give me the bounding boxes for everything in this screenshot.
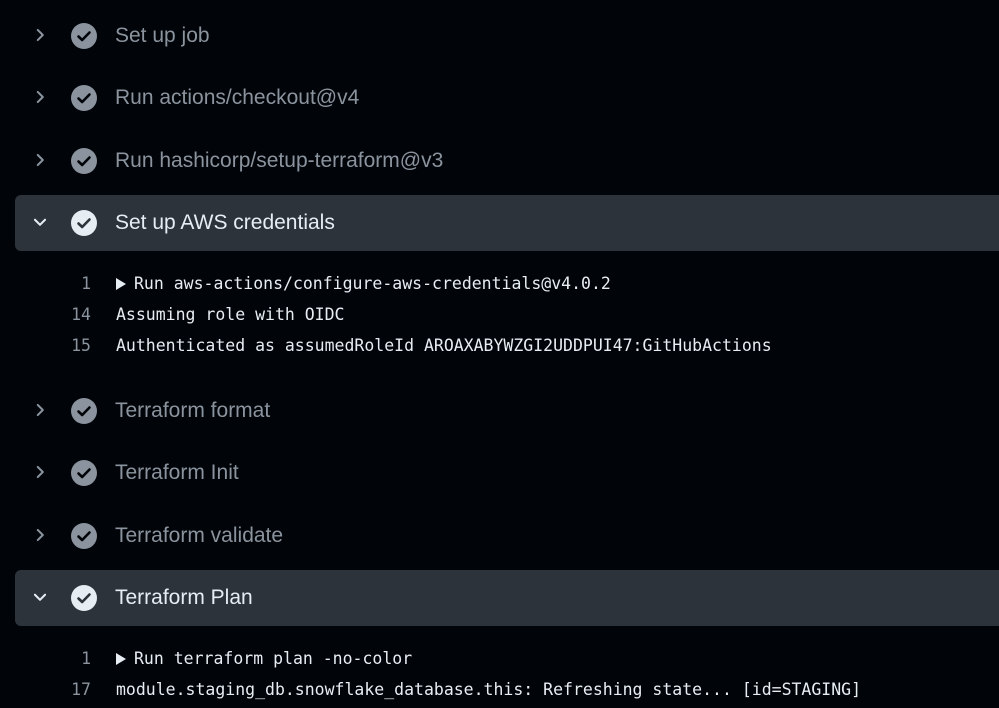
step-label: Terraform validate: [115, 524, 284, 547]
step-label: Set up AWS credentials: [115, 211, 335, 234]
step-terraform-plan[interactable]: Terraform Plan: [15, 570, 999, 626]
log-text: module.staging_db.snowflake_database.thi…: [116, 680, 862, 699]
log-line[interactable]: 1 Run terraform plan -no-color: [0, 643, 999, 674]
step-label: Terraform format: [115, 399, 271, 422]
triangle-right-icon[interactable]: [116, 653, 126, 665]
log-line: 17 module.staging_db.snowflake_database.…: [0, 674, 999, 705]
chevron-right-icon[interactable]: [31, 401, 49, 419]
step-terraform-init[interactable]: Terraform Init: [15, 445, 999, 501]
line-number[interactable]: 1: [0, 268, 91, 299]
line-number[interactable]: 15: [0, 330, 91, 361]
step-label: Terraform Plan: [115, 586, 253, 609]
chevron-right-icon[interactable]: [31, 26, 49, 44]
check-circle-icon: [71, 523, 97, 549]
step-setup-terraform[interactable]: Run hashicorp/setup-terraform@v3: [15, 133, 999, 189]
line-number[interactable]: 14: [0, 299, 91, 330]
log-text: Assuming role with OIDC: [116, 305, 345, 324]
check-circle-icon: [71, 85, 97, 111]
chevron-right-icon[interactable]: [31, 151, 49, 169]
check-circle-icon: [71, 148, 97, 174]
log-text: Run terraform plan -no-color: [134, 649, 413, 668]
log-text: Run aws-actions/configure-aws-credential…: [134, 274, 611, 293]
check-circle-icon: [71, 398, 97, 424]
chevron-right-icon[interactable]: [31, 526, 49, 544]
line-number[interactable]: 1: [0, 643, 91, 674]
step-terraform-format[interactable]: Terraform format: [15, 383, 999, 439]
log-line[interactable]: 1 Run aws-actions/configure-aws-credenti…: [0, 268, 999, 299]
step-run-checkout[interactable]: Run actions/checkout@v4: [15, 70, 999, 126]
chevron-right-icon[interactable]: [31, 463, 49, 481]
step-label: Terraform Init: [115, 461, 239, 484]
triangle-right-icon[interactable]: [116, 278, 126, 290]
step-label: Set up job: [115, 24, 210, 47]
log-line: 15 Authenticated as assumedRoleId AROAXA…: [0, 330, 999, 361]
step-label: Run hashicorp/setup-terraform@v3: [115, 149, 444, 172]
check-circle-icon: [71, 23, 97, 49]
step-label: Run actions/checkout@v4: [115, 86, 360, 109]
chevron-down-icon[interactable]: [31, 213, 49, 231]
chevron-down-icon[interactable]: [31, 588, 49, 606]
step-set-up-job[interactable]: Set up job: [15, 8, 999, 64]
step-terraform-validate[interactable]: Terraform validate: [15, 508, 999, 564]
line-number[interactable]: 17: [0, 674, 91, 705]
chevron-right-icon[interactable]: [31, 88, 49, 106]
check-circle-icon: [71, 460, 97, 486]
log-text: Authenticated as assumedRoleId AROAXABYW…: [116, 336, 772, 355]
check-circle-icon: [71, 585, 97, 611]
log-line: 14 Assuming role with OIDC: [0, 299, 999, 330]
step-set-up-aws-credentials[interactable]: Set up AWS credentials: [15, 195, 999, 251]
check-circle-icon: [71, 210, 97, 236]
